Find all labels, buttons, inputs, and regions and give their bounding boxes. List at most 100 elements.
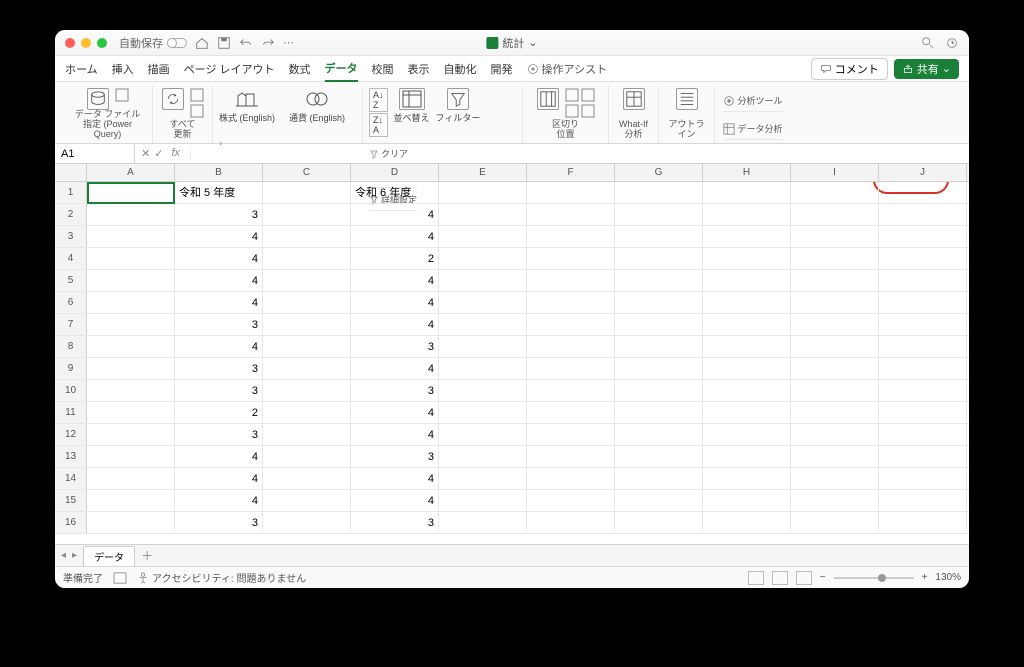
cell[interactable]: 令和 6 年度 [351,182,439,203]
cell[interactable] [527,292,615,313]
redo-icon[interactable] [261,36,275,50]
cell[interactable] [791,424,879,445]
cell[interactable]: 4 [175,490,263,511]
row-header[interactable]: 1 [55,182,87,203]
col-header-A[interactable]: A [87,164,175,181]
cell[interactable] [879,270,967,291]
cell[interactable] [87,446,175,467]
cell[interactable] [527,490,615,511]
cell[interactable]: 3 [175,424,263,445]
zoom-slider[interactable] [834,577,914,579]
cell[interactable] [527,380,615,401]
sort-asc-button[interactable]: A↓Z [369,88,388,112]
row-header[interactable]: 9 [55,358,87,379]
col-header-E[interactable]: E [439,164,527,181]
cell[interactable] [703,336,791,357]
sheet-tab-active[interactable]: データ [83,546,135,566]
cell[interactable]: 4 [351,424,439,445]
cell[interactable] [879,204,967,225]
cell[interactable]: 3 [175,380,263,401]
cell[interactable] [439,336,527,357]
share-button[interactable]: 共有 ⌄ [894,59,959,79]
tab-insert[interactable]: 挿入 [112,57,134,81]
cell[interactable] [439,314,527,335]
row-header[interactable]: 6 [55,292,87,313]
more-icon[interactable]: ⋯ [283,36,297,50]
cell[interactable] [615,204,703,225]
cell[interactable] [263,226,351,247]
cell[interactable] [263,490,351,511]
cell[interactable] [263,336,351,357]
col-header-D[interactable]: D [351,164,439,181]
cell[interactable] [87,292,175,313]
document-title[interactable]: 統計 ⌄ [486,35,537,51]
fx-icon[interactable]: fx [167,147,184,160]
outline-button[interactable] [676,88,698,110]
flash-fill-icon[interactable] [565,88,579,102]
comments-button[interactable]: コメント [811,58,888,80]
cell[interactable] [703,248,791,269]
cell[interactable] [879,402,967,423]
cell[interactable] [439,424,527,445]
cell[interactable] [87,182,175,204]
cell[interactable] [87,402,175,423]
cell[interactable] [791,512,879,533]
cell[interactable] [527,358,615,379]
cell[interactable]: 4 [351,490,439,511]
cell[interactable] [791,402,879,423]
cell[interactable] [879,446,967,467]
cell[interactable] [791,336,879,357]
sort-button[interactable]: 並べ替え [394,88,430,124]
cell[interactable] [703,292,791,313]
cell[interactable] [439,358,527,379]
search-icon[interactable] [921,36,935,50]
cell[interactable] [703,446,791,467]
row-header[interactable]: 7 [55,314,87,335]
connections-icon[interactable] [190,88,204,102]
cell[interactable] [879,380,967,401]
data-analysis-button[interactable]: データ分析 [723,118,782,140]
row-header[interactable]: 5 [55,270,87,291]
cell[interactable]: 4 [351,402,439,423]
cell[interactable] [879,468,967,489]
col-header-F[interactable]: F [527,164,615,181]
cell[interactable]: 4 [175,468,263,489]
cell[interactable] [527,336,615,357]
select-all-corner[interactable] [55,164,87,181]
cell[interactable] [879,512,967,533]
sync-icon[interactable] [945,36,959,50]
sheet-nav-prev[interactable]: ◂ [61,550,66,561]
cell[interactable] [703,490,791,511]
save-icon[interactable] [217,36,231,50]
tab-pagelayout[interactable]: ページ レイアウト [184,57,275,81]
cell[interactable] [615,490,703,511]
tab-automate[interactable]: 自動化 [444,57,477,81]
chevron-right-icon[interactable]: › [219,138,222,148]
normal-view-button[interactable] [748,571,764,585]
row-header[interactable]: 4 [55,248,87,269]
home-icon[interactable] [195,36,209,50]
cell[interactable] [791,270,879,291]
cell[interactable]: 4 [175,248,263,269]
cell[interactable] [615,468,703,489]
cell[interactable] [615,270,703,291]
tab-view[interactable]: 表示 [408,57,430,81]
col-header-B[interactable]: B [175,164,263,181]
cell[interactable] [263,424,351,445]
filter-button[interactable]: フィルター [436,88,481,124]
cell[interactable] [439,446,527,467]
cell[interactable] [703,182,791,203]
cell[interactable] [791,380,879,401]
cell[interactable] [879,424,967,445]
row-header[interactable]: 13 [55,446,87,467]
cell[interactable]: 4 [175,270,263,291]
cell[interactable] [527,248,615,269]
cell[interactable] [615,248,703,269]
cell[interactable] [439,468,527,489]
cell[interactable] [527,182,615,203]
cell[interactable] [263,358,351,379]
cell[interactable] [703,204,791,225]
cell[interactable]: 3 [175,358,263,379]
cell[interactable] [87,358,175,379]
sheet-nav-next[interactable]: ▸ [72,550,77,561]
